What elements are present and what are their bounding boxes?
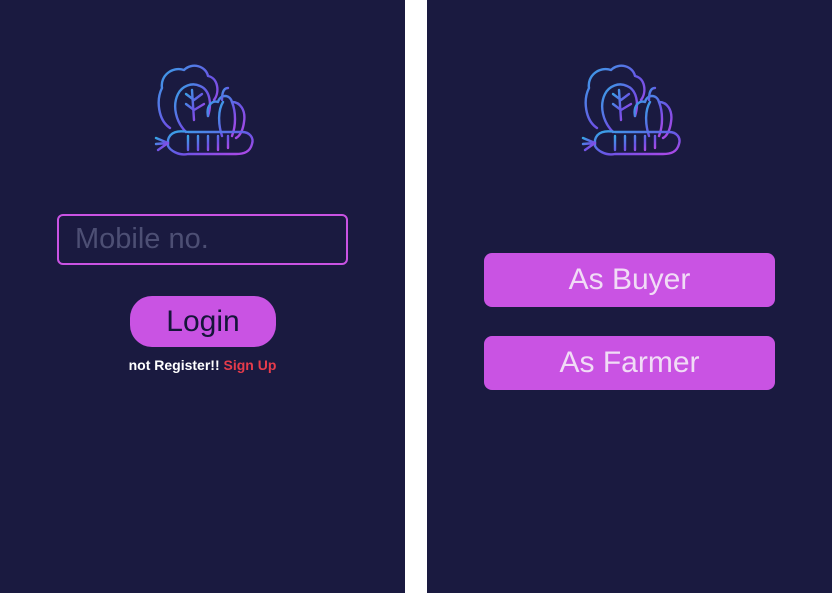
mobile-number-input[interactable] <box>57 214 348 265</box>
login-screen: Login not Register!! Sign Up <box>0 0 405 593</box>
not-registered-text: not Register!! <box>128 357 220 373</box>
vegetables-icon <box>148 60 258 170</box>
role-selection-screen: As Buyer As Farmer <box>427 0 832 593</box>
signup-prompt: not Register!! Sign Up <box>0 357 405 373</box>
login-button[interactable]: Login <box>130 296 276 347</box>
as-farmer-button[interactable]: As Farmer <box>484 336 775 390</box>
vegetables-icon <box>575 60 685 170</box>
as-buyer-button[interactable]: As Buyer <box>484 253 775 307</box>
sign-up-link[interactable]: Sign Up <box>224 357 277 373</box>
